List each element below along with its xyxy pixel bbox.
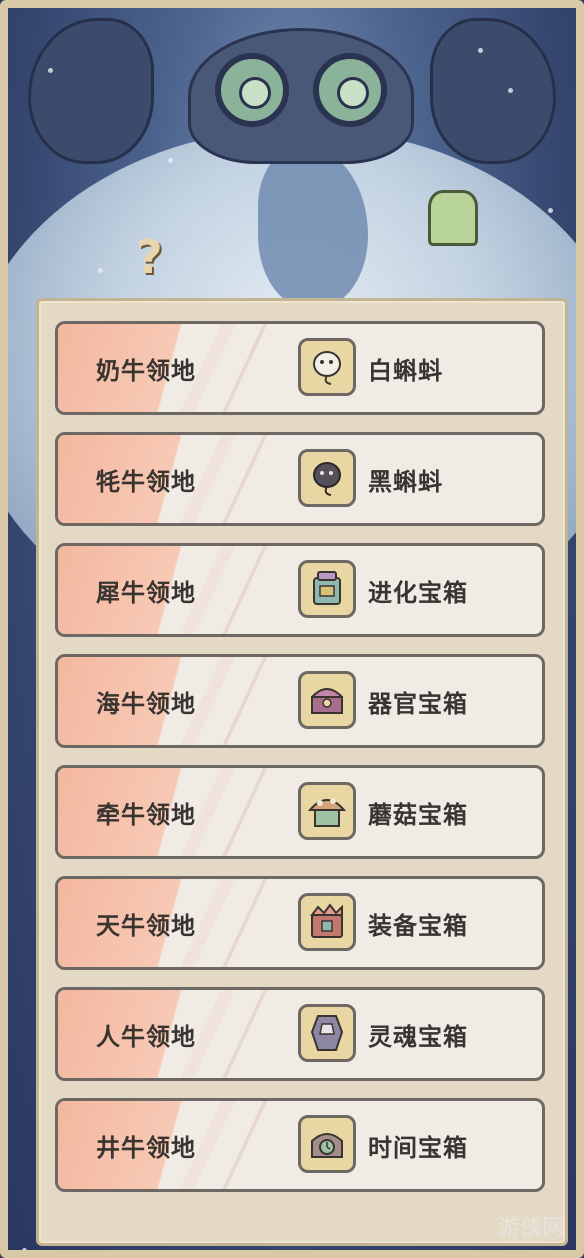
territory-row[interactable]: 奶牛领地 白蝌蚪	[55, 321, 545, 415]
unknown-location-marker[interactable]: ?	[136, 230, 163, 284]
black-tadpole-icon[interactable]	[298, 449, 356, 507]
reward-label: 装备宝箱	[368, 911, 468, 940]
reward-label: 白蝌蚪	[368, 356, 443, 385]
equipment-chest-icon[interactable]	[298, 893, 356, 951]
territory-row[interactable]: 井牛领地 时间宝箱	[55, 1098, 545, 1192]
soul-chest-icon[interactable]	[298, 1004, 356, 1062]
territory-name: 牵牛领地	[96, 800, 196, 829]
game-frame: ? 奶牛领地 白蝌蚪牦牛领地 黑蝌蚪犀牛领地 进化宝箱海牛领地 器官宝箱牵牛领地 蘑菇宝箱…	[0, 0, 584, 1258]
mushroom-chest-icon[interactable]	[298, 782, 356, 840]
territory-name: 牦牛领地	[96, 467, 196, 496]
territory-name: 人牛领地	[96, 1022, 196, 1051]
territory-row[interactable]: 海牛领地 器官宝箱	[55, 654, 545, 748]
reward-label: 时间宝箱	[368, 1133, 468, 1162]
white-tadpole-icon[interactable]	[298, 338, 356, 396]
left-horn	[28, 18, 154, 164]
territory-row[interactable]: 犀牛领地 进化宝箱	[55, 543, 545, 637]
territory-name: 海牛领地	[96, 689, 196, 718]
territory-row[interactable]: 牦牛领地 黑蝌蚪	[55, 432, 545, 526]
reward-label: 器官宝箱	[368, 689, 468, 718]
reward-label: 进化宝箱	[368, 578, 468, 607]
monster-right-eye	[313, 53, 387, 127]
reward-label: 蘑菇宝箱	[368, 800, 468, 829]
crystal-location-marker[interactable]	[428, 190, 478, 246]
reward-label: 灵魂宝箱	[368, 1022, 468, 1051]
monster-head	[188, 28, 414, 164]
evolution-chest-icon[interactable]	[298, 560, 356, 618]
territory-row[interactable]: 牵牛领地 蘑菇宝箱	[55, 765, 545, 859]
watermark: 游侠网	[497, 1216, 564, 1241]
territory-name: 犀牛领地	[96, 578, 196, 607]
territory-name: 天牛领地	[96, 911, 196, 940]
territory-name: 井牛领地	[96, 1133, 196, 1162]
territory-list-panel: 奶牛领地 白蝌蚪牦牛领地 黑蝌蚪犀牛领地 进化宝箱海牛领地 器官宝箱牵牛领地 蘑菇宝箱天牛…	[36, 298, 568, 1246]
territory-name: 奶牛领地	[96, 356, 196, 385]
territory-row[interactable]: 人牛领地 灵魂宝箱	[55, 987, 545, 1081]
right-horn	[430, 18, 556, 164]
monster-left-eye	[215, 53, 289, 127]
territory-row[interactable]: 天牛领地 装备宝箱	[55, 876, 545, 970]
reward-label: 黑蝌蚪	[368, 467, 443, 496]
organ-chest-icon[interactable]	[298, 671, 356, 729]
time-chest-icon[interactable]	[298, 1115, 356, 1173]
